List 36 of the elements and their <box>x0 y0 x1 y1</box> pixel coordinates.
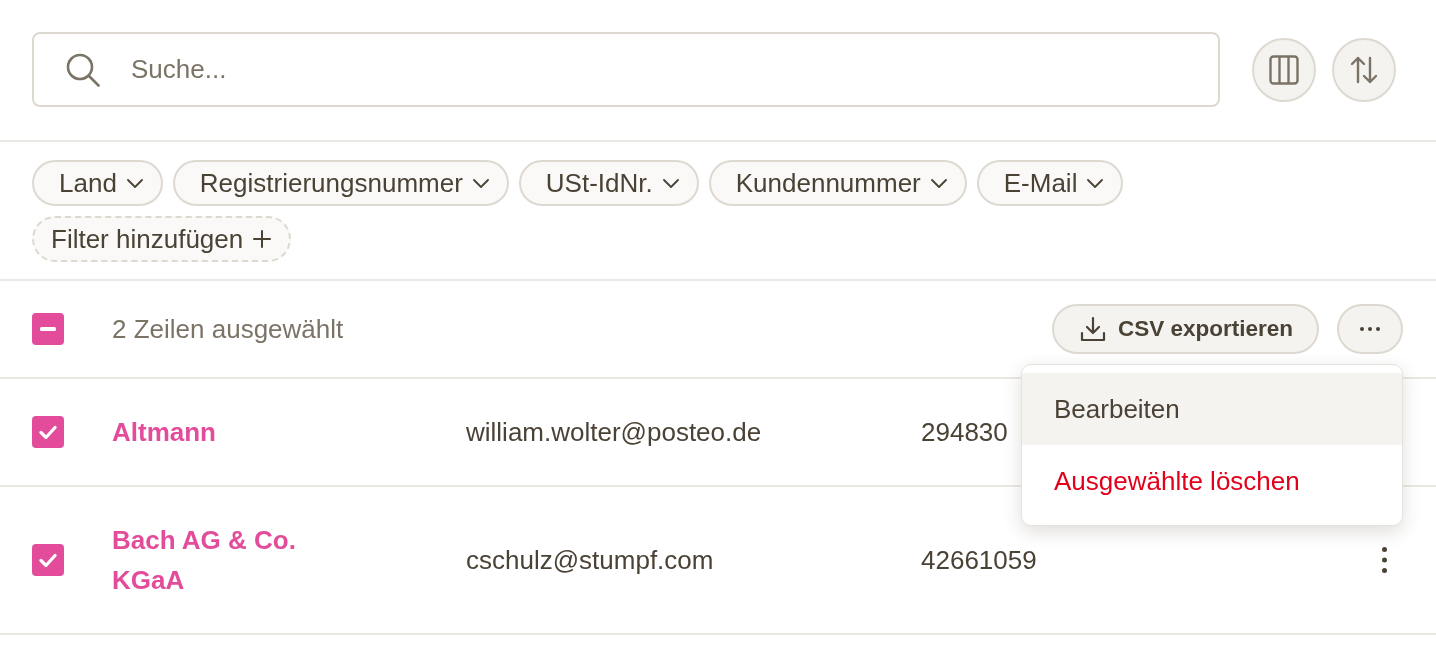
columns-icon <box>1269 54 1299 85</box>
download-icon <box>1079 316 1106 342</box>
chevron-down-icon <box>472 178 489 188</box>
filter-chip[interactable]: USt-IdNr. <box>518 160 699 206</box>
ellipsis-icon <box>1360 327 1380 331</box>
row-checkbox[interactable] <box>32 416 64 448</box>
sort-icon <box>1350 55 1378 84</box>
row-menu-button[interactable] <box>1381 547 1387 573</box>
minus-icon <box>40 327 56 331</box>
filter-chip[interactable]: Land <box>32 160 163 206</box>
menu-item[interactable]: Bearbeiten <box>1022 373 1402 445</box>
email-cell: william.wolter@posteo.de <box>466 417 762 447</box>
email-cell: cschulz@stumpf.com <box>466 545 714 575</box>
select-all-checkbox[interactable] <box>32 313 64 345</box>
chevron-down-icon <box>662 178 679 188</box>
kebab-icon <box>1381 547 1387 573</box>
chevron-down-icon <box>930 178 947 188</box>
search-icon <box>66 53 100 87</box>
filter-chip[interactable]: Kundennummer <box>708 160 967 206</box>
number-cell: 42661059 <box>921 545 1037 575</box>
company-name-link[interactable]: Altmann <box>112 412 216 452</box>
plus-icon <box>253 230 272 248</box>
chevron-down-icon <box>1087 178 1104 188</box>
selection-count-text: 2 Zeilen ausgewählt <box>112 313 344 345</box>
add-filter-button[interactable]: Filter hinzufügen <box>32 216 292 262</box>
search-field[interactable]: Suche... <box>32 32 1220 107</box>
number-cell: 294830 <box>921 417 1008 447</box>
filter-chip[interactable]: E-Mail <box>976 160 1124 206</box>
company-name-link[interactable]: Bach AG & Co. KGaA <box>112 520 342 600</box>
csv-export-button[interactable]: CSV exportieren <box>1051 304 1319 354</box>
row-checkbox[interactable] <box>32 544 64 576</box>
chevron-down-icon <box>126 178 143 188</box>
checkmark-icon <box>39 553 57 567</box>
menu-item[interactable]: Ausgewählte löschen <box>1022 445 1402 517</box>
checkmark-icon <box>39 425 57 439</box>
filter-chip[interactable]: Registrierungsnummer <box>172 160 509 206</box>
